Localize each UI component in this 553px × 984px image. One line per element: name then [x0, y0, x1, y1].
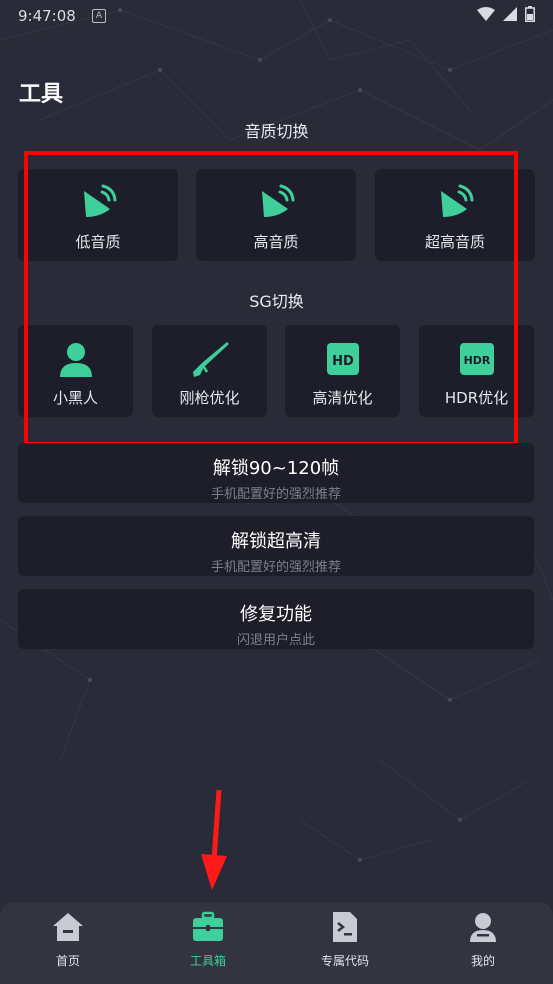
low-quality-button[interactable]: 低音质	[18, 169, 178, 261]
tile-label: 刚枪优化	[179, 389, 240, 407]
speaker-icon	[78, 183, 118, 223]
annotation-arrow	[201, 790, 227, 890]
nav-label: 专属代码	[320, 954, 369, 968]
hd-optimize-button[interactable]: HD 高清优化	[285, 325, 400, 417]
status-icons	[477, 6, 535, 22]
status-time: 9:47:08	[18, 7, 76, 25]
repair-card[interactable]: 修复功能 闪退用户点此	[18, 589, 534, 649]
tile-label: 低音质	[75, 233, 121, 251]
tile-label: 高清优化	[312, 389, 373, 407]
wifi-icon	[477, 7, 495, 21]
status-bar: 9:47:08 A	[0, 0, 553, 30]
nav-label: 首页	[55, 954, 80, 968]
small-black-person-button[interactable]: 小黑人	[18, 325, 133, 417]
nav-label: 我的	[470, 954, 495, 968]
hd-icon: HD	[323, 339, 363, 379]
speaker-icon	[435, 183, 475, 223]
hdr-icon: HDR	[457, 339, 497, 379]
tile-label: HDR优化	[444, 389, 509, 407]
unlock-fps-card[interactable]: 解锁90~120帧 手机配置好的强烈推荐	[18, 443, 534, 503]
card-title: 解锁超高清	[231, 531, 321, 552]
card-subtitle: 手机配置好的强烈推荐	[210, 487, 341, 502]
card-subtitle: 手机配置好的强烈推荐	[210, 560, 341, 575]
hdr-icon-text: HDR	[463, 354, 490, 367]
audio-section-label: 音质切换	[244, 122, 309, 141]
page-title: 工具	[19, 82, 64, 107]
nav-label: 工具箱	[189, 954, 226, 968]
code-file-icon	[333, 912, 357, 942]
speaker-icon	[256, 183, 296, 223]
nav-toolbox[interactable]: 工具箱	[158, 910, 258, 969]
sg-section-label: SG切换	[249, 292, 304, 311]
toolbox-icon	[193, 911, 223, 941]
person-icon	[56, 339, 96, 379]
tile-label: 高音质	[253, 233, 299, 251]
high-quality-button[interactable]: 高音质	[196, 169, 356, 261]
card-title: 解锁90~120帧	[212, 458, 340, 479]
nav-exclusive-code[interactable]: 专属代码	[295, 910, 395, 969]
notification-icon: A	[92, 9, 106, 23]
tile-label: 小黑人	[52, 389, 98, 407]
home-icon	[53, 913, 83, 941]
tile-label: 超高音质	[424, 233, 485, 251]
nav-profile[interactable]: 我的	[433, 910, 533, 969]
card-subtitle: 闪退用户点此	[236, 633, 315, 648]
gun-optimize-button[interactable]: 刚枪优化	[152, 325, 267, 417]
hdr-optimize-button[interactable]: HDR HDR优化	[419, 325, 534, 417]
card-title: 修复功能	[240, 604, 312, 625]
unlock-uhd-card[interactable]: 解锁超高清 手机配置好的强烈推荐	[18, 516, 534, 576]
hd-icon-text: HD	[332, 354, 354, 369]
ultra-quality-button[interactable]: 超高音质	[375, 169, 535, 261]
nav-home[interactable]: 首页	[18, 910, 118, 969]
bottom-navigation: 首页 工具箱 专属代码 我的	[0, 902, 553, 984]
signal-icon	[503, 7, 517, 21]
profile-icon	[470, 913, 496, 942]
rifle-icon	[190, 339, 230, 379]
battery-icon	[525, 6, 535, 22]
